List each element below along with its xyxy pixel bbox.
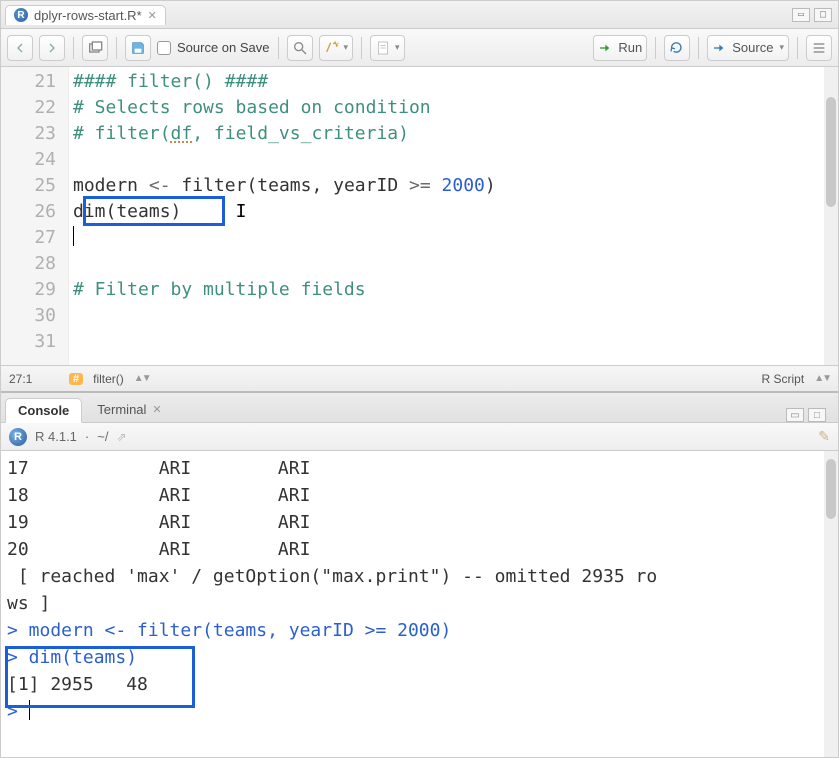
popout-icon[interactable]: ⇗	[116, 430, 126, 444]
console-pane: Console Terminal ✕ ▭ □ R R 4.1.1 · ~/ ⇗ …	[1, 393, 838, 757]
tab-terminal[interactable]: Terminal ✕	[84, 397, 174, 422]
back-button[interactable]	[7, 35, 33, 61]
r-file-icon: R	[14, 8, 28, 22]
editor-toolbar: Source on Save ▾ ▾ Run Source ▾	[1, 29, 838, 67]
minimize-pane-icon[interactable]: ▭	[792, 8, 810, 22]
cursor-position: 27:1	[9, 372, 59, 386]
r-version-label: R 4.1.1	[35, 429, 77, 444]
tab-console-label: Console	[18, 403, 69, 418]
find-button[interactable]	[287, 35, 313, 61]
rerun-button[interactable]	[664, 35, 690, 61]
editor-body[interactable]: 2122232425262728293031 #### filter() ###…	[1, 67, 838, 365]
pane-window-buttons: ▭ □	[792, 8, 838, 22]
compile-report-button[interactable]: ▾	[370, 35, 405, 61]
source-button[interactable]: Source ▾	[707, 35, 789, 61]
language-updown-icon[interactable]: ▲▼	[814, 373, 830, 384]
scope-chip-icon: #	[69, 373, 83, 385]
save-button[interactable]	[125, 35, 151, 61]
editor-scrollbar[interactable]	[824, 67, 838, 365]
console-infobar: R R 4.1.1 · ~/ ⇗ ✎	[1, 423, 838, 451]
console-tabbar: Console Terminal ✕ ▭ □	[1, 393, 838, 423]
editor-pane: R dplyr-rows-start.R* ✕ ▭ □ Source on Sa…	[1, 1, 838, 393]
code-tools-button[interactable]: ▾	[319, 35, 354, 61]
console-scrollbar[interactable]	[824, 451, 838, 757]
run-button[interactable]: Run	[593, 35, 647, 61]
console-output[interactable]: 17 ARI ARI 18 ARI ARI 19 ARI ARI 20 ARI …	[1, 451, 824, 757]
console-body[interactable]: 17 ARI ARI 18 ARI ARI 19 ARI ARI 20 ARI …	[1, 451, 838, 757]
r-logo-icon: R	[9, 428, 27, 446]
run-label: Run	[618, 40, 642, 55]
scope-label[interactable]: filter()	[93, 372, 124, 386]
cwd-separator: ·	[85, 429, 89, 444]
source-label: Source	[732, 40, 773, 55]
source-on-save-checkbox[interactable]	[157, 41, 171, 55]
editor-statusbar: 27:1 # filter() ▲▼ R Script ▲▼	[1, 365, 838, 391]
show-in-new-window-button[interactable]	[82, 35, 108, 61]
maximize-pane-icon[interactable]: □	[808, 408, 826, 422]
pane-window-buttons: ▭ □	[786, 408, 832, 422]
forward-button[interactable]	[39, 35, 65, 61]
scope-updown-icon[interactable]: ▲▼	[134, 373, 150, 384]
scrollbar-thumb[interactable]	[826, 459, 836, 519]
scrollbar-thumb[interactable]	[826, 97, 836, 207]
editor-tabbar: R dplyr-rows-start.R* ✕ ▭ □	[1, 1, 838, 29]
close-icon[interactable]: ✕	[152, 403, 161, 416]
line-gutter: 2122232425262728293031	[1, 67, 69, 365]
file-tab-label: dplyr-rows-start.R*	[34, 8, 142, 23]
cwd-label[interactable]: ~/	[97, 429, 108, 444]
language-label[interactable]: R Script	[762, 372, 805, 386]
maximize-pane-icon[interactable]: □	[814, 8, 832, 22]
tab-console[interactable]: Console	[5, 398, 82, 423]
close-icon[interactable]: ✕	[148, 9, 157, 22]
minimize-pane-icon[interactable]: ▭	[786, 408, 804, 422]
file-tab[interactable]: R dplyr-rows-start.R* ✕	[5, 5, 166, 25]
tab-terminal-label: Terminal	[97, 402, 146, 417]
source-on-save-label: Source on Save	[177, 40, 270, 55]
clear-console-icon[interactable]: ✎	[818, 428, 830, 445]
outline-button[interactable]	[806, 35, 832, 61]
code-area[interactable]: #### filter() ##### Selects rows based o…	[69, 67, 824, 365]
